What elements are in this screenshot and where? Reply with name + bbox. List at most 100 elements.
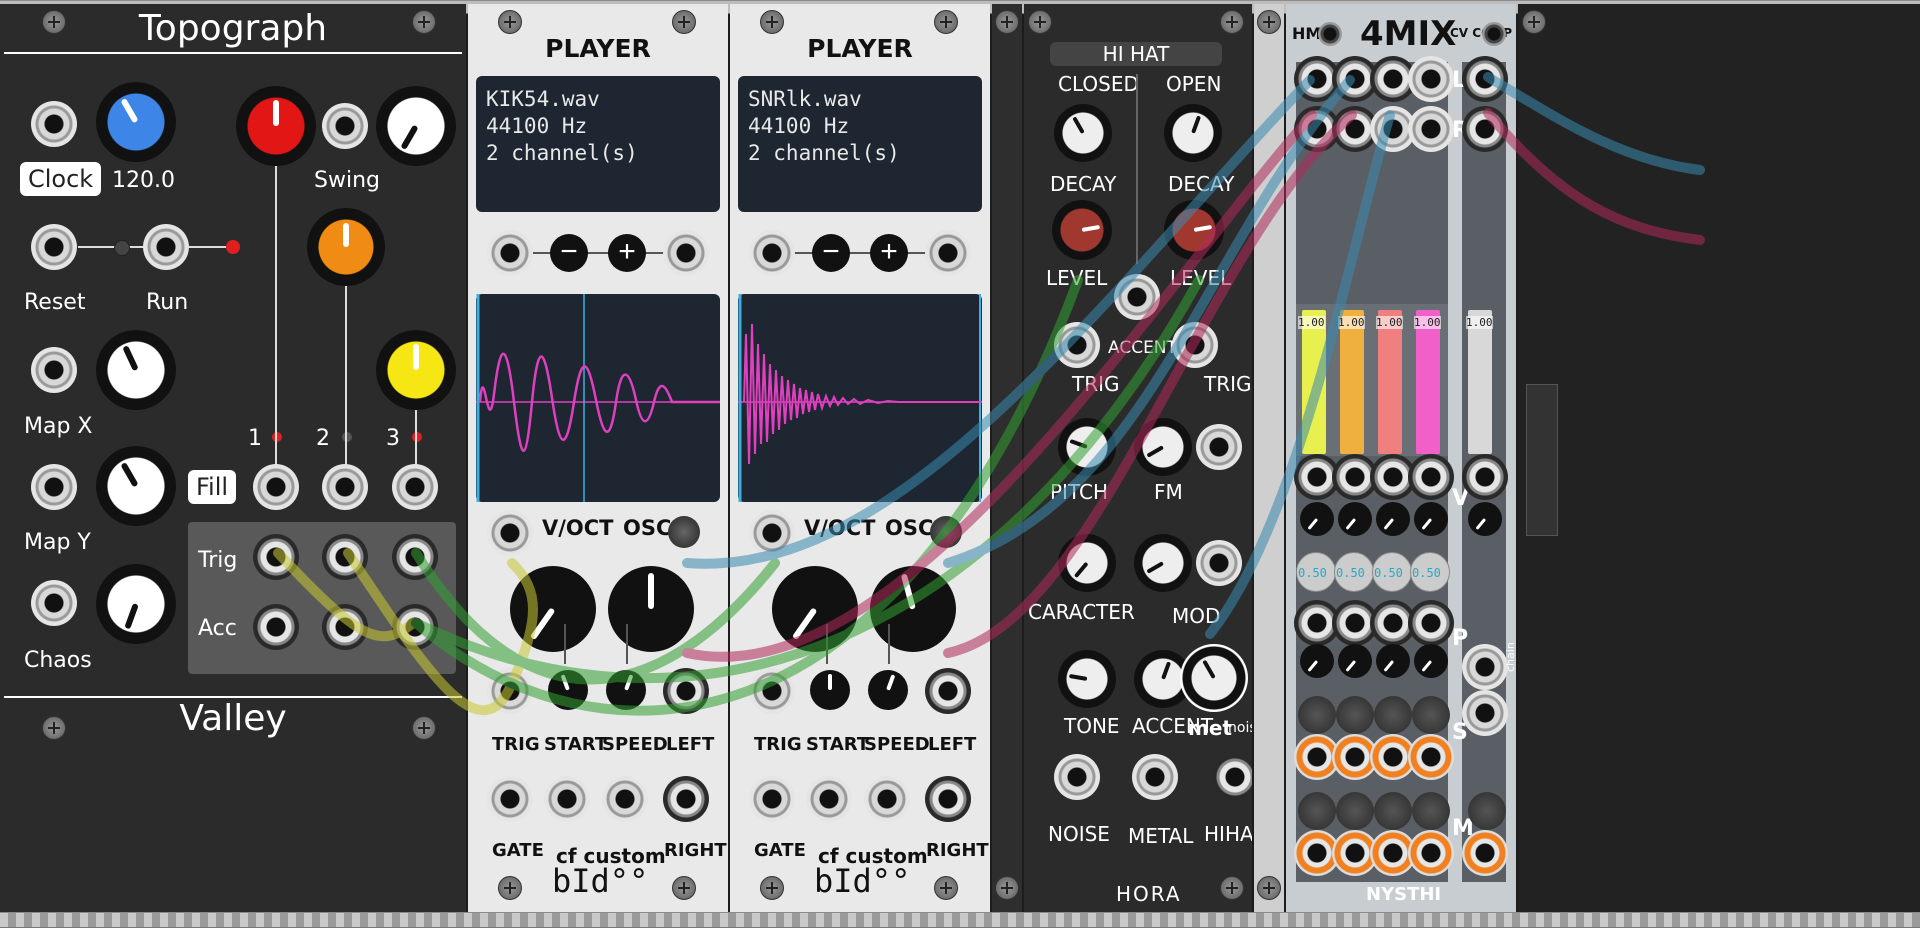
voct-input-jack[interactable]	[487, 510, 533, 556]
ch1-mute-button[interactable]	[1298, 792, 1336, 830]
mod-knob[interactable]	[1134, 534, 1192, 592]
prev-sample-button[interactable]: −	[550, 234, 588, 272]
clock-input-jack[interactable]	[31, 101, 77, 147]
speed-cv-input-jack[interactable]	[602, 776, 648, 822]
next-input-jack[interactable]	[925, 230, 971, 276]
closed-trig-input[interactable]	[1054, 322, 1100, 368]
speed-knob[interactable]	[608, 566, 694, 652]
tempo-knob[interactable]	[96, 82, 176, 162]
speed-cv-attenuator[interactable]	[868, 670, 908, 710]
ch2-mute-button[interactable]	[1336, 792, 1374, 830]
fill-input-jack-1[interactable]	[253, 464, 299, 510]
master-level-meter[interactable]	[1468, 310, 1492, 454]
mod-input-jack[interactable]	[1196, 540, 1242, 586]
mapx-input-jack[interactable]	[31, 347, 77, 393]
ch3-level-meter[interactable]	[1378, 310, 1402, 454]
ch1-solo-button[interactable]	[1298, 696, 1336, 734]
tone-knob[interactable]	[1058, 650, 1116, 708]
knob-yellow[interactable]	[376, 330, 456, 410]
prev-sample-button[interactable]: −	[812, 234, 850, 272]
ch3-pan-attenuator[interactable]	[1376, 644, 1410, 678]
hm-switch[interactable]	[1318, 22, 1342, 46]
ch2-solo-button[interactable]	[1336, 696, 1374, 734]
prev-input-jack[interactable]	[749, 230, 795, 276]
swing-knob-orange[interactable]	[307, 208, 385, 286]
next-sample-button[interactable]: +	[870, 234, 908, 272]
master-volume-cv[interactable]	[1462, 454, 1508, 500]
speed-cv-attenuator[interactable]	[606, 670, 646, 710]
ch4-solo-cv[interactable]	[1408, 734, 1454, 780]
swing-input-jack[interactable]	[322, 103, 368, 149]
gate-input-jack[interactable]	[749, 776, 795, 822]
ch4-left-input[interactable]	[1408, 56, 1454, 102]
start-knob[interactable]	[772, 566, 858, 652]
caracter-knob[interactable]	[1058, 534, 1116, 592]
voct-input-jack[interactable]	[749, 510, 795, 556]
ch2-volume-knob[interactable]	[1338, 502, 1372, 536]
cvcomp-switch[interactable]	[1482, 22, 1506, 46]
master-left-output[interactable]	[1462, 56, 1508, 102]
next-input-jack[interactable]	[663, 230, 709, 276]
ch4-level-meter[interactable]	[1416, 310, 1440, 454]
closed-decay-knob[interactable]	[1054, 104, 1112, 162]
start-knob[interactable]	[510, 566, 596, 652]
fm-input-jack[interactable]	[1196, 424, 1242, 470]
ch4-volume-cv[interactable]	[1408, 454, 1454, 500]
mapx-knob[interactable]	[96, 330, 176, 410]
hihat-output-jack[interactable]	[1212, 754, 1252, 800]
ch1-level-meter[interactable]	[1302, 310, 1326, 454]
start-cv-input-jack[interactable]	[806, 776, 852, 822]
clock-button[interactable]: Clock	[20, 162, 102, 196]
closed-level-knob[interactable]	[1052, 200, 1112, 260]
acc-output-1[interactable]	[253, 604, 299, 650]
master-right-output[interactable]	[1462, 106, 1508, 152]
ch4-mute-button[interactable]	[1412, 792, 1450, 830]
trig-input-jack[interactable]	[487, 668, 533, 714]
ch2-pan-attenuator[interactable]	[1338, 644, 1372, 678]
ch4-volume-knob[interactable]	[1414, 502, 1448, 536]
metal-output-jack[interactable]	[1132, 754, 1178, 800]
open-decay-knob[interactable]	[1164, 104, 1222, 162]
ch1-volume-knob[interactable]	[1300, 502, 1334, 536]
ch1-pan-attenuator[interactable]	[1300, 644, 1334, 678]
next-sample-button[interactable]: +	[608, 234, 646, 272]
speed-knob[interactable]	[870, 566, 956, 652]
chain-input-1[interactable]	[1462, 644, 1508, 690]
ch4-pan-cv[interactable]	[1408, 600, 1454, 646]
start-cv-input-jack[interactable]	[544, 776, 590, 822]
trig-input-jack[interactable]	[749, 668, 795, 714]
right-output-jack[interactable]	[663, 776, 709, 822]
trig-output-1[interactable]	[253, 534, 299, 580]
ch3-volume-knob[interactable]	[1376, 502, 1410, 536]
run-input-jack[interactable]	[143, 224, 189, 270]
left-output-jack[interactable]	[925, 668, 971, 714]
trig-output-3[interactable]	[392, 534, 438, 580]
master-mute-button[interactable]	[1468, 792, 1506, 830]
open-trig-input[interactable]	[1172, 322, 1218, 368]
master-mute-cv[interactable]	[1462, 830, 1508, 876]
osc-toggle[interactable]	[930, 516, 962, 548]
start-cv-attenuator[interactable]	[810, 670, 850, 710]
accent-input-jack[interactable]	[1114, 274, 1160, 320]
start-cv-attenuator[interactable]	[548, 670, 588, 710]
master-volume-knob[interactable]	[1468, 502, 1502, 536]
gate-input-jack[interactable]	[487, 776, 533, 822]
chaos-input-jack[interactable]	[31, 580, 77, 626]
chain-input-2[interactable]	[1462, 690, 1508, 736]
acc-output-2[interactable]	[322, 604, 368, 650]
fill-input-jack-2[interactable]	[322, 464, 368, 510]
fill-input-jack-3[interactable]	[392, 464, 438, 510]
reset-input-jack[interactable]	[31, 224, 77, 270]
mapy-input-jack[interactable]	[31, 464, 77, 510]
pitch-knob[interactable]	[1058, 418, 1116, 476]
fm-knob[interactable]	[1134, 418, 1192, 476]
trig-output-2[interactable]	[322, 534, 368, 580]
right-output-jack[interactable]	[925, 776, 971, 822]
ch4-mute-cv[interactable]	[1408, 830, 1454, 876]
chaos-knob[interactable]	[96, 564, 176, 644]
noise-output-jack[interactable]	[1054, 754, 1100, 800]
fill-button[interactable]: Fill	[188, 470, 237, 504]
ch4-right-input[interactable]	[1408, 106, 1454, 152]
mapy-knob[interactable]	[96, 446, 176, 526]
prev-input-jack[interactable]	[487, 230, 533, 276]
